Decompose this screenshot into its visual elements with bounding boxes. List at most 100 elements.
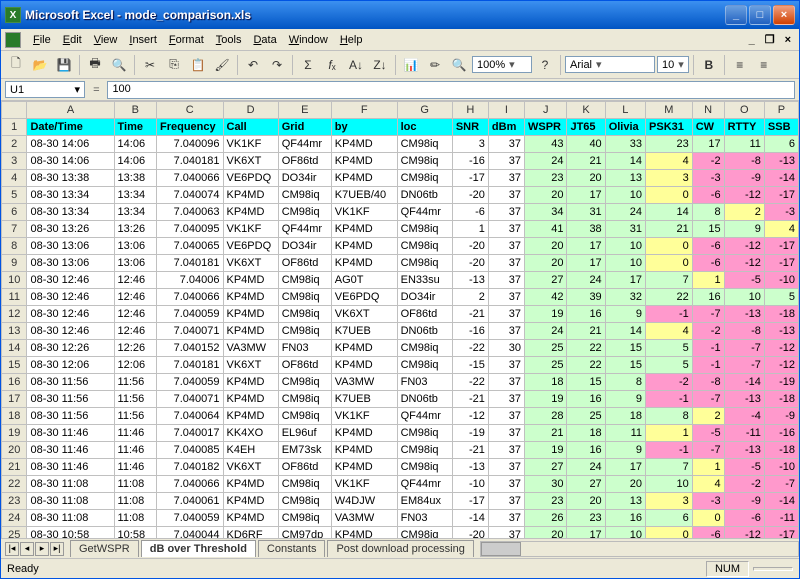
cell[interactable]: 14 [605, 153, 645, 170]
cell[interactable]: 37 [488, 527, 524, 539]
cell[interactable]: KP4MD [223, 272, 278, 289]
cell[interactable]: FN03 [397, 510, 452, 527]
cell[interactable]: EM73sk [278, 442, 331, 459]
cell[interactable]: 11 [605, 425, 645, 442]
cell[interactable]: -1 [646, 391, 693, 408]
cell[interactable]: -6 [452, 204, 488, 221]
cell[interactable]: VK1KF [223, 221, 278, 238]
cell[interactable]: 23 [525, 493, 567, 510]
header-cell[interactable]: by [331, 119, 397, 136]
row-header-2[interactable]: 2 [2, 136, 27, 153]
cell[interactable]: -12 [724, 255, 764, 272]
cell[interactable]: FN03 [397, 374, 452, 391]
worksheet-grid[interactable]: ABCDEFGHIJKLMNOP1Date/TimeTimeFrequencyC… [1, 101, 799, 538]
col-header-C[interactable]: C [157, 102, 224, 119]
cell[interactable]: CM98iq [278, 408, 331, 425]
cell[interactable]: FN03 [278, 340, 331, 357]
cell[interactable]: KP4MD [223, 493, 278, 510]
cell[interactable]: 13:26 [114, 221, 156, 238]
cell[interactable]: 11:56 [114, 391, 156, 408]
row-header-9[interactable]: 9 [2, 255, 27, 272]
function-button[interactable]: fₓ [321, 54, 343, 76]
cell[interactable]: KP4MD [331, 459, 397, 476]
undo-button[interactable]: ↶ [242, 54, 264, 76]
cell[interactable]: 23 [567, 510, 605, 527]
sheet-tab-getwspr[interactable]: GetWSPR [70, 540, 139, 557]
redo-button[interactable]: ↷ [266, 54, 288, 76]
cell[interactable]: 20 [525, 255, 567, 272]
cell[interactable]: 11:56 [114, 408, 156, 425]
cell[interactable]: -7 [692, 306, 724, 323]
cell[interactable]: VK6XT [331, 306, 397, 323]
cell[interactable]: 2 [452, 289, 488, 306]
cell[interactable]: 22 [567, 357, 605, 374]
cell[interactable]: 42 [525, 289, 567, 306]
cell[interactable]: -1 [646, 306, 693, 323]
cell[interactable]: VK1KF [331, 476, 397, 493]
cell[interactable]: K4EH [223, 442, 278, 459]
cell[interactable]: 10 [605, 187, 645, 204]
menu-edit[interactable]: Edit [57, 32, 88, 48]
cell[interactable]: VK1KF [223, 136, 278, 153]
cell[interactable]: 3 [646, 170, 693, 187]
cell[interactable]: 08-30 12:46 [27, 272, 114, 289]
cell[interactable]: -12 [764, 357, 798, 374]
cell[interactable]: KD6RF [223, 527, 278, 539]
header-cell[interactable]: WSPR [525, 119, 567, 136]
cell[interactable]: 17 [567, 238, 605, 255]
cell[interactable]: CM98iq [397, 238, 452, 255]
cell[interactable]: 38 [567, 221, 605, 238]
cell[interactable]: 21 [567, 323, 605, 340]
cell[interactable]: 7.040152 [157, 340, 224, 357]
cell[interactable]: 24 [525, 323, 567, 340]
cell[interactable]: 25 [525, 357, 567, 374]
cell[interactable]: 11 [724, 136, 764, 153]
cell[interactable]: QF44mr [278, 221, 331, 238]
cell[interactable]: 15 [605, 340, 645, 357]
tab-prev-button[interactable]: ◂ [20, 542, 34, 556]
cell[interactable]: QF44mr [397, 408, 452, 425]
bold-button[interactable]: B [698, 54, 720, 76]
cell[interactable]: 20 [567, 493, 605, 510]
cell[interactable]: 1 [692, 459, 724, 476]
cell[interactable]: 7.040182 [157, 459, 224, 476]
cell[interactable]: 32 [605, 289, 645, 306]
cell[interactable]: -6 [724, 510, 764, 527]
row-header-19[interactable]: 19 [2, 425, 27, 442]
cell[interactable]: 0 [646, 255, 693, 272]
cell[interactable]: CM98iq [278, 493, 331, 510]
cell[interactable]: -21 [452, 391, 488, 408]
cell[interactable]: KP4MD [331, 527, 397, 539]
cell[interactable]: VK6XT [223, 255, 278, 272]
cell[interactable]: 19 [525, 306, 567, 323]
cell[interactable]: 08-30 13:38 [27, 170, 114, 187]
cell[interactable]: 19 [525, 391, 567, 408]
cell[interactable]: 08-30 12:06 [27, 357, 114, 374]
cell[interactable]: 37 [488, 442, 524, 459]
cell[interactable]: 4 [764, 221, 798, 238]
cell[interactable]: 15 [567, 374, 605, 391]
header-cell[interactable]: RTTY [724, 119, 764, 136]
cell[interactable]: 7.040061 [157, 493, 224, 510]
tab-last-button[interactable]: ▸| [50, 542, 64, 556]
chart-wizard-button[interactable]: 📊 [400, 54, 422, 76]
cell[interactable]: 7.040085 [157, 442, 224, 459]
cell[interactable]: 08-30 11:46 [27, 459, 114, 476]
cell[interactable]: 16 [567, 442, 605, 459]
cell[interactable]: -2 [646, 374, 693, 391]
cell[interactable]: 24 [567, 459, 605, 476]
cell[interactable]: 13:06 [114, 238, 156, 255]
cell[interactable]: -10 [764, 272, 798, 289]
cell[interactable]: CM98iq [278, 187, 331, 204]
cell[interactable]: W4DJW [331, 493, 397, 510]
cell[interactable]: 11:08 [114, 493, 156, 510]
cell[interactable]: 5 [646, 357, 693, 374]
cell[interactable]: -15 [452, 357, 488, 374]
cell[interactable]: 30 [525, 476, 567, 493]
col-header-M[interactable]: M [646, 102, 693, 119]
zoom-combo[interactable]: 100%▾ [472, 56, 532, 73]
cell[interactable]: 13:06 [114, 255, 156, 272]
cell[interactable]: CM98iq [278, 476, 331, 493]
header-cell[interactable]: SNR [452, 119, 488, 136]
row-header-17[interactable]: 17 [2, 391, 27, 408]
